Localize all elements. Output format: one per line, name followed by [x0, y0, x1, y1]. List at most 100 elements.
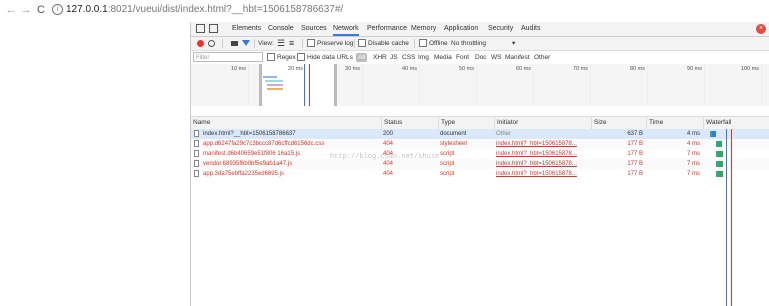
tick-label: 20 ms: [288, 66, 303, 72]
filter-type-all[interactable]: All: [356, 53, 368, 62]
cell-initiator[interactable]: index.html?_hbt=150615878...: [494, 159, 591, 169]
cell-initiator[interactable]: index.html?_hbt=150615878...: [494, 139, 591, 149]
regex-checkbox[interactable]: Regex: [267, 51, 296, 64]
device-toolbar-icon[interactable]: [209, 24, 218, 33]
divider: [414, 39, 415, 48]
cell-time: 7 ms: [686, 151, 700, 157]
tab-network[interactable]: Network: [333, 22, 359, 36]
filter-type-xhr[interactable]: XHR: [373, 51, 387, 64]
waterfall-bar-download: [718, 161, 723, 167]
record-icon[interactable]: [197, 40, 204, 47]
tick-label: 50 ms: [459, 66, 474, 72]
table-row[interactable]: app.3da75ebffa2235ed6695.js 404 script inde…: [191, 169, 769, 179]
large-rows-icon[interactable]: ☰: [277, 37, 285, 50]
cell-initiator[interactable]: index.html?_hbt=150615878...: [494, 169, 591, 179]
divider: [354, 39, 355, 48]
file-icon: [194, 170, 199, 177]
forward-arrow-icon[interactable]: →: [19, 3, 33, 17]
hide-data-urls-checkbox[interactable]: Hide data URLs: [297, 51, 353, 64]
filter-type-manifest[interactable]: Manifest: [505, 51, 530, 64]
cell-name: app.d6247fa29c7c3bccc87d6cffcd6156dc.css: [203, 141, 325, 147]
tab-elements[interactable]: Elements: [232, 22, 261, 36]
timeline-tick: [533, 64, 534, 106]
back-arrow-icon[interactable]: ←: [4, 3, 18, 17]
timeline-tick: [590, 64, 591, 106]
tab-sources[interactable]: Sources: [301, 22, 327, 36]
filter-icon[interactable]: [242, 40, 250, 46]
tick-label: 40 ms: [402, 66, 417, 72]
disable-cache-label: Disable cache: [368, 40, 409, 47]
column-header-waterfall[interactable]: Waterfall: [703, 117, 769, 129]
camera-icon[interactable]: [231, 41, 238, 46]
error-count-icon[interactable]: ×: [756, 24, 766, 34]
column-header-size[interactable]: Size: [591, 117, 646, 129]
column-header-name[interactable]: Name: [191, 117, 381, 129]
cell-time: 4 ms: [686, 141, 700, 147]
timeline-overview[interactable]: 10 ms 20 ms 30 ms 40 ms 50 ms 60 ms 70 m…: [191, 64, 769, 107]
cell-time: 4 ms: [686, 131, 700, 137]
tab-application[interactable]: Application: [444, 22, 478, 36]
column-header-initiator[interactable]: Initiator: [494, 117, 591, 129]
cell-name: index.html?__hbt=1506158786637: [203, 131, 296, 137]
filter-type-media[interactable]: Media: [434, 51, 452, 64]
file-icon: [194, 130, 199, 137]
column-header-status[interactable]: Status: [381, 117, 438, 129]
requests-table-header: Name Status Type Initiator Size Time Wat…: [191, 116, 769, 130]
timeline-tick: [248, 64, 249, 106]
tab-console[interactable]: Console: [268, 22, 294, 36]
filter-type-other[interactable]: Other: [534, 51, 550, 64]
preserve-log-checkbox[interactable]: Preserve log: [307, 37, 354, 50]
clear-icon[interactable]: [208, 40, 215, 47]
tick-label: 30 ms: [345, 66, 360, 72]
url-path: :8021/vueui/dist/index.html?__hbt=150615…: [107, 4, 344, 15]
cell-size: 177 B: [627, 171, 643, 177]
table-row[interactable]: vendor.68935f6b0bf5e9ab1a47.js 404 script i…: [191, 159, 769, 169]
cell-initiator[interactable]: index.html?_hbt=150615878...: [494, 149, 591, 159]
throttling-select[interactable]: No throttling ▾: [451, 37, 515, 50]
tick-label: 90 ms: [687, 66, 702, 72]
filter-type-doc[interactable]: Doc: [475, 51, 487, 64]
column-header-type[interactable]: Type: [438, 117, 494, 129]
cell-size: 637 B: [627, 131, 643, 137]
throttling-value: No throttling: [451, 40, 487, 47]
timeline-handle-left[interactable]: [259, 64, 262, 106]
watermark: http://blog.csdn.net/shuie: [330, 153, 440, 161]
divider: [222, 39, 223, 48]
tab-memory[interactable]: Memory: [411, 22, 436, 36]
load-event-line: [309, 64, 310, 106]
timeline-tick: [704, 64, 705, 106]
cell-size: 177 B: [627, 141, 643, 147]
load-event-line: [731, 129, 732, 306]
inspect-element-icon[interactable]: [196, 24, 205, 33]
offline-checkbox[interactable]: Offline: [419, 37, 448, 50]
filter-type-css[interactable]: CSS: [402, 51, 415, 64]
filter-input[interactable]: Filter: [193, 52, 263, 62]
devtools-panel: Elements Console Sources Network Perform…: [190, 22, 769, 306]
overview-bar: [265, 80, 283, 82]
checkbox-icon: [419, 39, 427, 48]
timeline-tick: [362, 64, 363, 106]
filter-type-ws[interactable]: WS: [491, 51, 501, 64]
filter-type-img[interactable]: Img: [418, 51, 429, 64]
hide-data-urls-label: Hide data URLs: [307, 54, 353, 61]
reload-icon[interactable]: C: [34, 3, 48, 17]
regex-label: Regex: [277, 54, 296, 61]
overview-icon[interactable]: ≡: [289, 37, 294, 50]
column-header-time[interactable]: Time: [646, 117, 703, 129]
cell-time: 7 ms: [686, 171, 700, 177]
disable-cache-checkbox[interactable]: Disable cache: [358, 37, 409, 50]
filter-type-font[interactable]: Font: [456, 51, 469, 64]
table-row[interactable]: app.d6247fa29c7c3bccc87d6cffcd6156dc.css…: [191, 139, 769, 149]
checkbox-icon: [297, 53, 305, 62]
devtools-tabs: Elements Console Sources Network Perform…: [191, 22, 769, 37]
timeline-tick: [761, 64, 762, 106]
table-row[interactable]: index.html?__hbt=1506158786637 200 documen…: [191, 129, 769, 139]
tab-audits[interactable]: Audits: [521, 22, 540, 36]
cell-initiator: Other: [496, 131, 512, 137]
address-bar[interactable]: i 127.0.0.1:8021/vueui/dist/index.html?__…: [52, 3, 343, 17]
offline-label: Offline: [429, 40, 448, 47]
tab-security[interactable]: Security: [488, 22, 513, 36]
tab-performance[interactable]: Performance: [367, 22, 407, 36]
filter-type-js[interactable]: JS: [390, 51, 398, 64]
table-row[interactable]: manifest.d6b40659e51f806 16a15.js 404 scri…: [191, 149, 769, 159]
